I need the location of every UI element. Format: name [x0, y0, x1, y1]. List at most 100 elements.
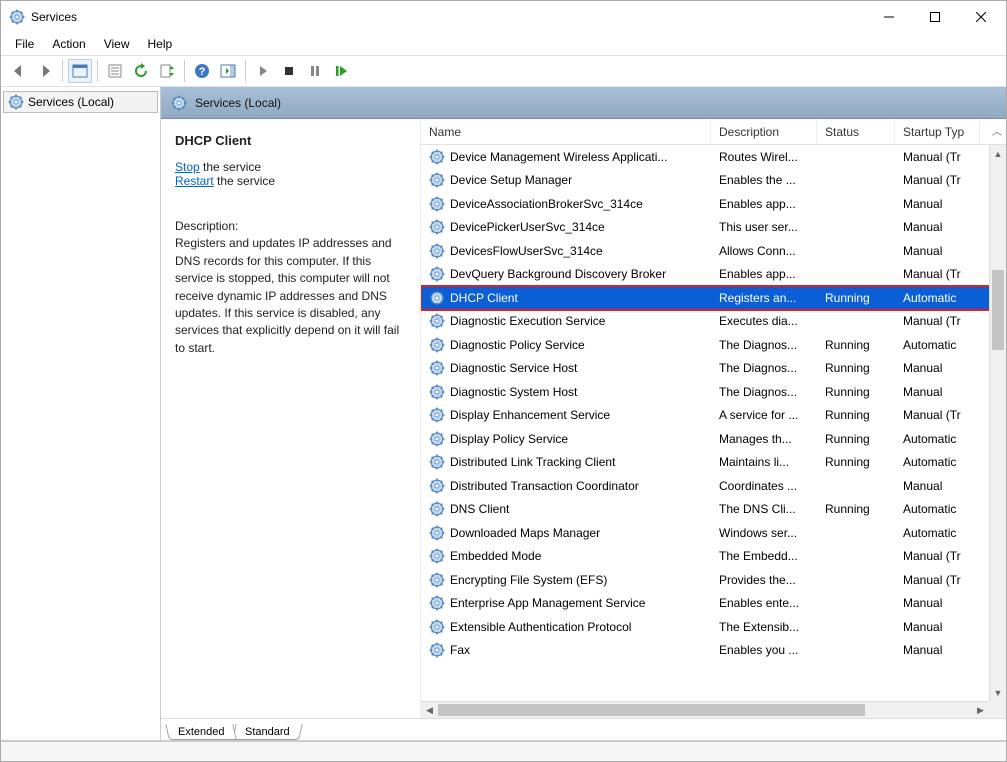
service-row[interactable]: Display Enhancement ServiceA service for…	[421, 404, 1006, 428]
restart-service-link[interactable]: Restart	[175, 174, 214, 188]
list-header: Name Description Status Startup Typ ︿	[421, 119, 1006, 145]
service-row[interactable]: Encrypting File System (EFS)Provides the…	[421, 568, 1006, 592]
scroll-right-icon[interactable]: ▶	[972, 705, 989, 716]
service-startup: Manual	[895, 596, 980, 610]
service-row[interactable]: Enterprise App Management ServiceEnables…	[421, 592, 1006, 616]
service-name: DevQuery Background Discovery Broker	[450, 267, 666, 281]
service-name: Diagnostic Execution Service	[450, 314, 605, 328]
service-name: Diagnostic Service Host	[450, 361, 577, 375]
service-row[interactable]: DeviceAssociationBrokerSvc_314ceEnables …	[421, 192, 1006, 216]
forward-button[interactable]	[33, 59, 57, 83]
service-status: Running	[817, 385, 895, 399]
tree-item-label: Services (Local)	[28, 95, 114, 109]
column-status[interactable]: Status	[817, 119, 895, 144]
service-startup: Manual	[895, 385, 980, 399]
service-row[interactable]: Device Management Wireless Applicati...R…	[421, 145, 1006, 169]
service-row[interactable]: DevQuery Background Discovery BrokerEnab…	[421, 263, 1006, 287]
tree-services-local[interactable]: Services (Local)	[3, 91, 158, 113]
scroll-thumb[interactable]	[992, 270, 1004, 350]
service-row[interactable]: Distributed Transaction CoordinatorCoord…	[421, 474, 1006, 498]
service-row[interactable]: Downloaded Maps ManagerWindows ser...Aut…	[421, 521, 1006, 545]
close-button[interactable]	[958, 2, 1004, 32]
service-description: The Diagnos...	[711, 338, 817, 352]
service-description: Executes dia...	[711, 314, 817, 328]
service-description: Enables you ...	[711, 643, 817, 657]
gear-icon	[429, 196, 445, 212]
tab-standard[interactable]: Standard	[233, 724, 303, 740]
hscroll-thumb[interactable]	[438, 704, 865, 716]
stop-service-link[interactable]: Stop	[175, 160, 200, 174]
minimize-button[interactable]	[866, 2, 912, 32]
stop-service-button[interactable]	[277, 59, 301, 83]
scroll-left-icon[interactable]: ◀	[421, 705, 438, 716]
properties-button[interactable]	[103, 59, 127, 83]
scroll-up-hint: ︿	[992, 123, 1002, 138]
scroll-corner	[989, 701, 1006, 718]
scroll-up-icon[interactable]: ▲	[990, 145, 1006, 162]
service-status: Running	[817, 432, 895, 446]
back-button[interactable]	[7, 59, 31, 83]
service-startup: Manual	[895, 244, 980, 258]
service-row[interactable]: Diagnostic Policy ServiceThe Diagnos...R…	[421, 333, 1006, 357]
gear-icon	[429, 572, 445, 588]
restart-service-button[interactable]	[329, 59, 353, 83]
service-description: The DNS Cli...	[711, 502, 817, 516]
service-name: DeviceAssociationBrokerSvc_314ce	[450, 197, 643, 211]
service-startup: Manual (Tr	[895, 314, 980, 328]
service-row[interactable]: DevicePickerUserSvc_314ceThis user ser..…	[421, 216, 1006, 240]
show-hide-tree-button[interactable]	[68, 59, 92, 83]
menu-file[interactable]: File	[7, 35, 42, 53]
service-row[interactable]: Device Setup ManagerEnables the ...Manua…	[421, 169, 1006, 193]
gear-icon	[429, 619, 445, 635]
menu-help[interactable]: Help	[140, 35, 181, 53]
service-row[interactable]: Embedded ModeThe Embedd...Manual (Tr	[421, 545, 1006, 569]
console-tree: Services (Local)	[1, 87, 161, 740]
maximize-button[interactable]	[912, 2, 958, 32]
service-description: Routes Wirel...	[711, 150, 817, 164]
scroll-down-icon[interactable]: ▼	[990, 684, 1006, 701]
service-status: Running	[817, 338, 895, 352]
help-button[interactable]: ?	[190, 59, 214, 83]
refresh-button[interactable]	[129, 59, 153, 83]
service-row[interactable]: Extensible Authentication ProtocolThe Ex…	[421, 615, 1006, 639]
tab-extended[interactable]: Extended	[165, 724, 237, 740]
show-hide-action-button[interactable]	[216, 59, 240, 83]
service-startup: Manual	[895, 197, 980, 211]
pause-service-button[interactable]	[303, 59, 327, 83]
gear-icon	[8, 94, 24, 110]
service-list: Name Description Status Startup Typ ︿ De…	[421, 119, 1006, 718]
menu-view[interactable]: View	[96, 35, 138, 53]
service-startup: Automatic	[895, 502, 980, 516]
gear-icon	[429, 595, 445, 611]
gear-icon	[429, 219, 445, 235]
detail-service-name: DHCP Client	[175, 133, 406, 148]
service-description: Provides the...	[711, 573, 817, 587]
vertical-scrollbar[interactable]: ▲ ▼	[989, 145, 1006, 701]
service-row[interactable]: Distributed Link Tracking ClientMaintain…	[421, 451, 1006, 475]
gear-icon	[429, 525, 445, 541]
service-name: Enterprise App Management Service	[450, 596, 645, 610]
menu-action[interactable]: Action	[44, 35, 93, 53]
service-row[interactable]: Diagnostic Service HostThe Diagnos...Run…	[421, 357, 1006, 381]
service-startup: Manual	[895, 620, 980, 634]
service-row[interactable]: Display Policy ServiceManages th...Runni…	[421, 427, 1006, 451]
service-name: Embedded Mode	[450, 549, 541, 563]
column-description[interactable]: Description	[711, 119, 817, 144]
service-row[interactable]: DHCP ClientRegisters an...RunningAutomat…	[421, 286, 1006, 310]
export-list-button[interactable]	[155, 59, 179, 83]
pane-header: Services (Local)	[161, 87, 1006, 119]
list-body[interactable]: Device Management Wireless Applicati...R…	[421, 145, 1006, 718]
service-description: Manages th...	[711, 432, 817, 446]
column-startup[interactable]: Startup Typ	[895, 119, 980, 144]
horizontal-scrollbar[interactable]: ◀ ▶	[421, 701, 989, 718]
column-name[interactable]: Name	[421, 119, 711, 144]
service-row[interactable]: FaxEnables you ...Manual	[421, 639, 1006, 663]
service-row[interactable]: DNS ClientThe DNS Cli...RunningAutomatic	[421, 498, 1006, 522]
service-row[interactable]: Diagnostic System HostThe Diagnos...Runn…	[421, 380, 1006, 404]
service-status: Running	[817, 408, 895, 422]
start-service-button[interactable]	[251, 59, 275, 83]
service-description: Enables the ...	[711, 173, 817, 187]
gear-icon	[429, 337, 445, 353]
service-row[interactable]: DevicesFlowUserSvc_314ceAllows Conn...Ma…	[421, 239, 1006, 263]
service-row[interactable]: Diagnostic Execution Service Executes dia…	[421, 310, 1006, 334]
